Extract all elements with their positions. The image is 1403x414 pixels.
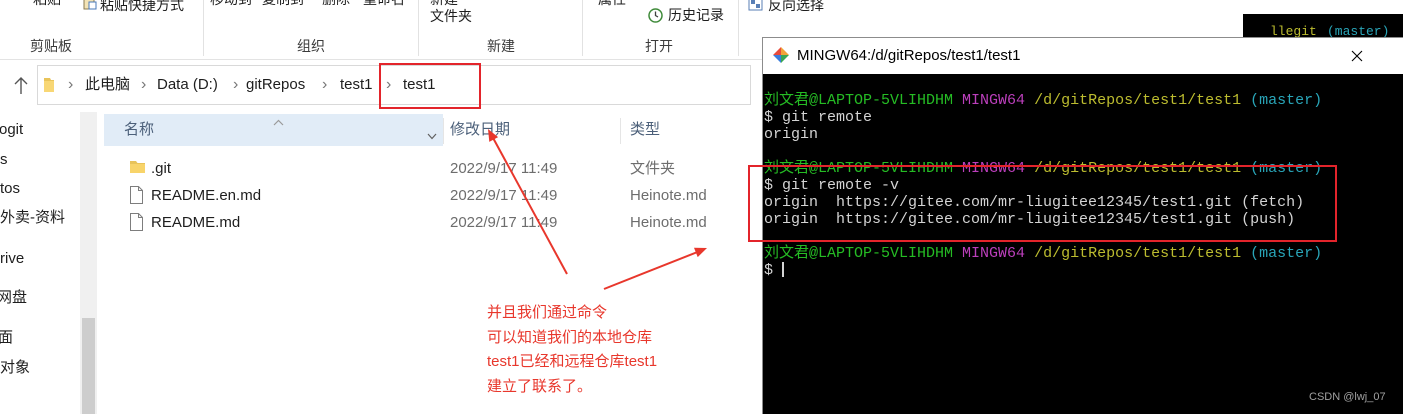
background-terminal-branch: (master) <box>1327 24 1390 38</box>
terminal-title: MINGW64:/d/gitRepos/test1/test1 <box>797 47 1021 64</box>
command-line: $ <box>764 261 1322 279</box>
prompt-cwd: /d/gitRepos/test1/test1 <box>1034 244 1242 262</box>
watermark: CSDN @lwj_07 <box>1309 391 1386 403</box>
command-line: $ git remote <box>764 108 873 126</box>
output-line: origin <box>764 125 819 143</box>
prompt-cwd: /d/gitRepos/test1/test1 <box>1034 91 1242 109</box>
close-icon[interactable] <box>1351 49 1363 67</box>
annotation-line: 可以知道我们的本地仓库 <box>487 328 653 346</box>
annotation-line: 建立了联系了。 <box>487 377 593 395</box>
annotation-arrowhead <box>694 247 707 258</box>
prompt-user-host: 刘文君@LAPTOP-5VLIHDHM <box>764 244 954 262</box>
annotation-line: 并且我们通过命令 <box>487 304 608 321</box>
background-terminal[interactable]: llegit (master) <box>1243 14 1403 38</box>
prompt-line: 刘文君@LAPTOP-5VLIHDHM MINGW64 /d/gitRepos/… <box>764 245 1322 262</box>
prompt-env: MINGW64 <box>962 244 1026 262</box>
terminal-window-border <box>762 37 1403 38</box>
git-bash-icon <box>772 46 790 69</box>
prompt-branch: (master) <box>1250 244 1323 262</box>
annotation-line: test1已经和远程仓库test1 <box>487 353 658 370</box>
annotation-arrow-to-terminal <box>603 250 701 290</box>
prompt-env: MINGW64 <box>962 91 1026 109</box>
text-cursor <box>782 261 785 277</box>
command-input: $ <box>764 261 774 279</box>
background-terminal-cwd: llegit <box>1270 24 1317 38</box>
prompt-branch: (master) <box>1250 91 1323 109</box>
terminal-body[interactable]: 刘文君@LAPTOP-5VLIHDHM MINGW64 /d/gitRepos/… <box>763 74 1403 414</box>
annotation-text: 并且我们通过命令 可以知道我们的本地仓库 test1已经和远程仓库test1 建… <box>487 301 657 399</box>
highlight-box-remote-output <box>748 165 1337 242</box>
screen: 粘贴 粘贴快捷方式 移动到 复制到 删除 重命名 新建 文件夹 属性 历史记录 <box>0 0 1403 414</box>
prompt-user-host: 刘文君@LAPTOP-5VLIHDHM <box>764 91 954 109</box>
terminal-title-bar[interactable]: MINGW64:/d/gitRepos/test1/test1 <box>762 37 1403 74</box>
prompt-line: 刘文君@LAPTOP-5VLIHDHM MINGW64 /d/gitRepos/… <box>764 92 1322 109</box>
annotation-arrow-to-date-column <box>491 135 568 275</box>
